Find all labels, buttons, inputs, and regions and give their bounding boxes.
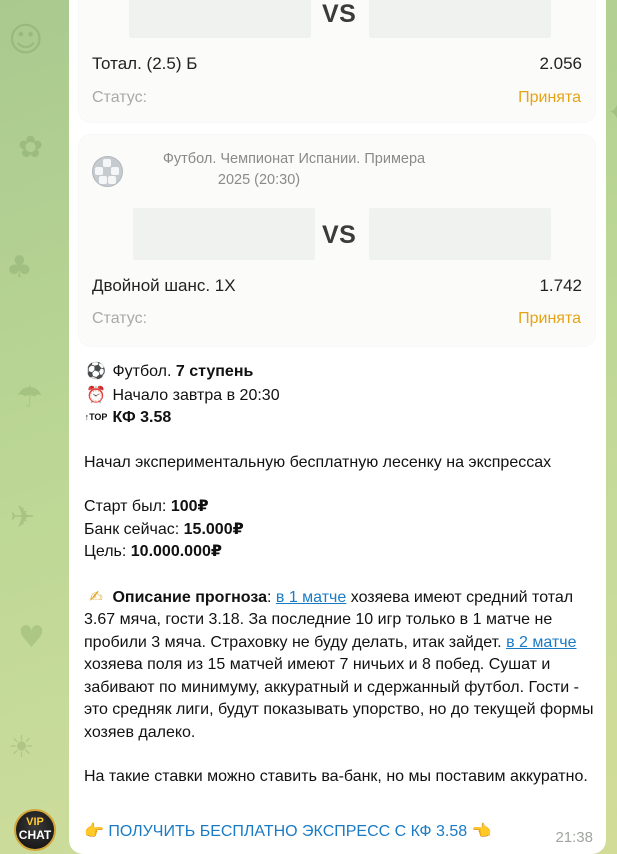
kf-line: ↑TOP КФ 3.58 <box>84 407 599 430</box>
description-colon: : <box>266 588 272 606</box>
get-free-express-link[interactable]: 👉 ПОЛУЧИТЬ БЕСПЛАТНО ЭКСПРЕСС С КФ 3.58 … <box>84 821 492 841</box>
bet-type: Тотал. (2.5) Б <box>92 54 198 73</box>
goal-value: 10.000.000₽ <box>130 543 222 560</box>
sport-text: Футбол. <box>112 363 172 380</box>
home-team-placeholder <box>129 0 311 38</box>
versus-label: VS <box>322 0 357 28</box>
league-name: Футбол. Чемпионат Испании. Примера <box>162 151 426 167</box>
away-team-placeholder <box>369 208 551 260</box>
background-doodle-icon: ☺ <box>8 20 44 60</box>
description-label: Описание прогноза <box>112 588 267 606</box>
avatar[interactable]: VIP CHAT <box>14 809 56 851</box>
pointing-right-icon: 👉 <box>84 821 104 840</box>
league-title: Футбол. Чемпионат Испании. Примера 2025 … <box>134 149 454 191</box>
message-text: ⚽ Футбол. 7 ступень ⏰ Начало завтра в 20… <box>84 360 599 789</box>
all-in-text: На такие ставки можно ставить ва-банк, н… <box>84 768 588 785</box>
writing-hand-icon: ✍ <box>89 586 103 606</box>
bank-label: Банк сейчас: <box>84 520 180 538</box>
status-badge: Принята <box>518 89 581 106</box>
avatar-logo-text: VIP <box>26 816 44 828</box>
match-datetime: 2025 (20:30) <box>217 172 301 188</box>
background-doodle-icon: ☂ <box>16 380 43 415</box>
match-1-link[interactable]: в 1 матче <box>276 589 346 606</box>
goal-label: Цель: <box>84 543 127 560</box>
background-doodle-icon: ✿ <box>18 130 44 165</box>
bet-card[interactable]: VS Тотал. (2.5) Б 2.056 Статус: Принята <box>79 0 595 122</box>
start-label: Старт был: <box>84 498 167 515</box>
sport-line: ⚽ Футбол. 7 ступень <box>84 360 599 384</box>
soccer-ball-icon <box>92 156 123 187</box>
start-value: 100₽ <box>170 498 209 515</box>
status-label: Статус: <box>92 310 148 327</box>
background-doodle-icon: ♥ <box>18 620 45 655</box>
status-label: Статус: <box>92 89 148 106</box>
bet-card[interactable]: Футбол. Чемпионат Испании. Примера 2025 … <box>79 135 595 346</box>
kf-text: КФ 3.58 <box>112 409 172 426</box>
start-line: ⏰ Начало завтра в 20:30 <box>84 384 599 408</box>
background-doodle-icon: ✦ <box>608 100 617 124</box>
description-text-2: хозяева поля из 15 матчей имеют 7 ничьих… <box>84 656 594 741</box>
match-2-link[interactable]: в 2 матче <box>506 634 576 651</box>
background-doodle-icon: ♣ <box>6 250 33 285</box>
top-arrow-icon: ↑TOP <box>84 412 108 423</box>
home-team-placeholder <box>133 208 315 260</box>
bank-value: 15.000₽ <box>183 520 244 538</box>
bet-odds: 2.056 <box>539 54 582 73</box>
soccer-ball-icon: ⚽ <box>86 361 106 380</box>
goal-line: Цель: 10.000.000₽ <box>84 541 599 564</box>
versus-label: VS <box>322 221 357 249</box>
status-badge: Принята <box>518 310 581 327</box>
alarm-clock-icon: ⏰ <box>86 384 106 404</box>
start-bank-line: Старт был: 100₽ <box>84 496 599 519</box>
background-doodle-icon: ✈ <box>10 500 36 535</box>
message-timestamp: 21:38 <box>555 829 593 846</box>
cta-text: ПОЛУЧИТЬ БЕСПЛАТНО ЭКСПРЕСС С КФ 3.58 <box>108 823 468 840</box>
pointing-left-icon: 👈 <box>471 821 492 840</box>
intro-text: Начал экспериментальную бесплатную лесен… <box>84 453 552 471</box>
step-text: 7 ступень <box>175 363 254 380</box>
description-paragraph: ✍ Описание прогноза: в 1 матче хозяева и… <box>84 586 599 745</box>
background-doodle-icon: ☀ <box>8 730 35 765</box>
bet-type: Двойной шанс. 1X <box>92 276 236 295</box>
bank-line: Банк сейчас: 15.000₽ <box>84 519 599 542</box>
away-team-placeholder <box>369 0 551 38</box>
bet-odds: 1.742 <box>539 276 582 295</box>
avatar-logo-text: CHAT <box>18 828 52 842</box>
start-time-text: Начало завтра в 20:30 <box>112 386 280 404</box>
